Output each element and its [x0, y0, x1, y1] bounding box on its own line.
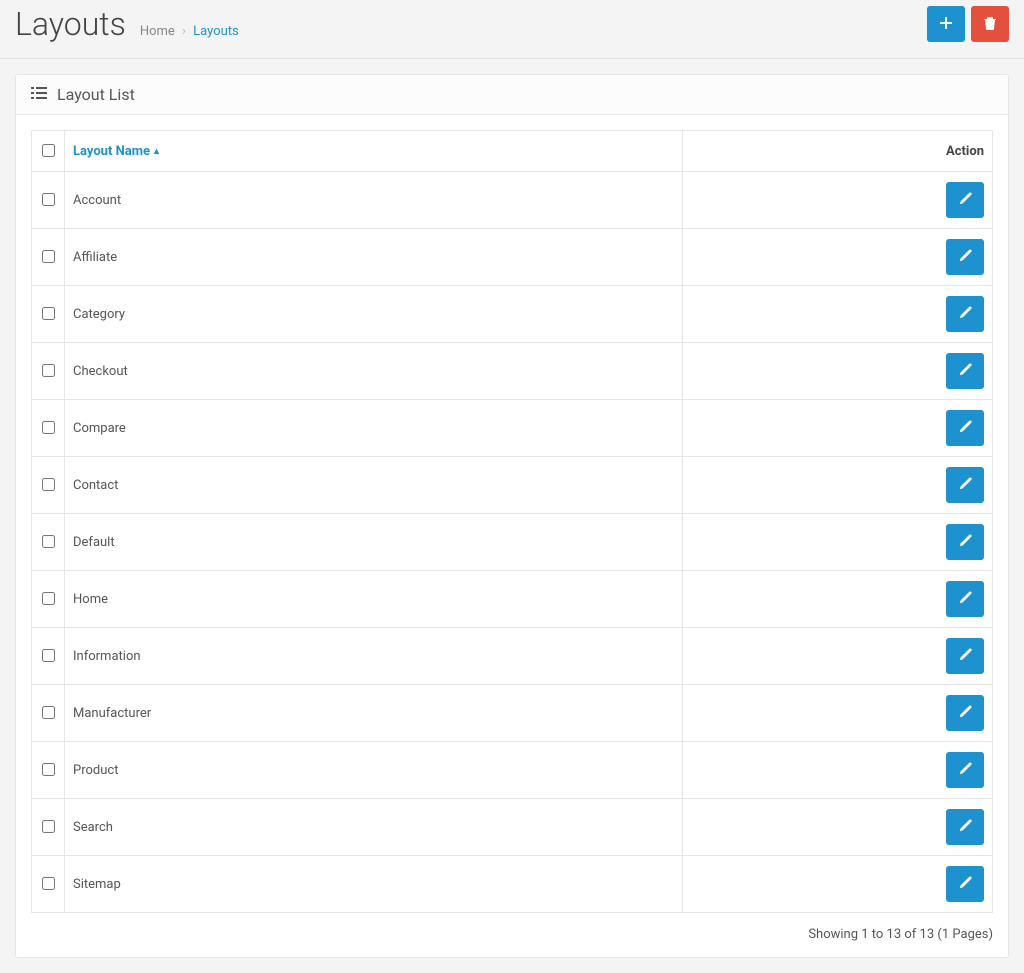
- pencil-icon: [958, 590, 973, 608]
- row-checkbox[interactable]: [42, 763, 55, 776]
- row-checkbox[interactable]: [42, 877, 55, 890]
- pencil-icon: [958, 647, 973, 665]
- pencil-icon: [958, 191, 973, 209]
- row-checkbox[interactable]: [42, 364, 55, 377]
- add-button[interactable]: [927, 6, 965, 42]
- edit-button[interactable]: [946, 467, 984, 503]
- row-checkbox[interactable]: [42, 250, 55, 263]
- plus-icon: [939, 16, 953, 33]
- table-row: Account: [32, 172, 993, 229]
- panel-heading: Layout List: [16, 75, 1008, 115]
- table-row: Product: [32, 742, 993, 799]
- delete-button[interactable]: [971, 6, 1009, 42]
- pencil-icon: [958, 476, 973, 494]
- row-checkbox[interactable]: [42, 478, 55, 491]
- column-header-action: Action: [683, 131, 993, 172]
- table-row: Default: [32, 514, 993, 571]
- breadcrumb-current[interactable]: Layouts: [193, 24, 239, 39]
- pencil-icon: [958, 362, 973, 380]
- table-row: Sitemap: [32, 856, 993, 913]
- table-row: Search: [32, 799, 993, 856]
- row-checkbox[interactable]: [42, 820, 55, 833]
- table-row: Home: [32, 571, 993, 628]
- pagination-info: Showing 1 to 13 of 13 (1 Pages): [31, 927, 993, 942]
- edit-button[interactable]: [946, 809, 984, 845]
- pencil-icon: [958, 533, 973, 551]
- edit-button[interactable]: [946, 866, 984, 902]
- row-checkbox[interactable]: [42, 706, 55, 719]
- page-title: Layouts: [15, 5, 126, 43]
- breadcrumb: Home › Layouts: [140, 24, 239, 39]
- row-checkbox[interactable]: [42, 592, 55, 605]
- layout-name-cell: Home: [65, 571, 683, 628]
- row-checkbox[interactable]: [42, 649, 55, 662]
- row-checkbox[interactable]: [42, 307, 55, 320]
- edit-button[interactable]: [946, 410, 984, 446]
- table-row: Contact: [32, 457, 993, 514]
- select-all-checkbox[interactable]: [42, 144, 55, 157]
- pencil-icon: [958, 761, 973, 779]
- table-row: Manufacturer: [32, 685, 993, 742]
- edit-button[interactable]: [946, 182, 984, 218]
- pencil-icon: [958, 419, 973, 437]
- edit-button[interactable]: [946, 353, 984, 389]
- pencil-icon: [958, 875, 973, 893]
- table-row: Affiliate: [32, 229, 993, 286]
- row-checkbox[interactable]: [42, 193, 55, 206]
- panel-title: Layout List: [57, 85, 135, 104]
- pencil-icon: [958, 305, 973, 323]
- list-icon: [31, 85, 47, 104]
- layout-table: Layout Name ▴ Action AccountAffiliateCat…: [31, 130, 993, 913]
- layout-name-cell: Default: [65, 514, 683, 571]
- caret-up-icon: ▴: [154, 146, 159, 157]
- row-checkbox[interactable]: [42, 421, 55, 434]
- column-header-name: Layout Name: [73, 144, 150, 159]
- edit-button[interactable]: [946, 752, 984, 788]
- layout-name-cell: Compare: [65, 400, 683, 457]
- layout-name-cell: Affiliate: [65, 229, 683, 286]
- table-row: Checkout: [32, 343, 993, 400]
- layout-name-cell: Account: [65, 172, 683, 229]
- layout-name-cell: Search: [65, 799, 683, 856]
- edit-button[interactable]: [946, 524, 984, 560]
- breadcrumb-home[interactable]: Home: [140, 24, 175, 39]
- layout-list-panel: Layout List Layout Name ▴: [15, 74, 1009, 958]
- edit-button[interactable]: [946, 239, 984, 275]
- layout-name-cell: Information: [65, 628, 683, 685]
- edit-button[interactable]: [946, 695, 984, 731]
- pencil-icon: [958, 704, 973, 722]
- layout-name-cell: Product: [65, 742, 683, 799]
- sort-name-header[interactable]: Layout Name ▴: [73, 144, 159, 159]
- layout-name-cell: Sitemap: [65, 856, 683, 913]
- edit-button[interactable]: [946, 581, 984, 617]
- edit-button[interactable]: [946, 296, 984, 332]
- row-checkbox[interactable]: [42, 535, 55, 548]
- edit-button[interactable]: [946, 638, 984, 674]
- trash-icon: [983, 16, 997, 33]
- pencil-icon: [958, 818, 973, 836]
- table-row: Category: [32, 286, 993, 343]
- layout-name-cell: Contact: [65, 457, 683, 514]
- table-row: Information: [32, 628, 993, 685]
- layout-name-cell: Manufacturer: [65, 685, 683, 742]
- layout-name-cell: Checkout: [65, 343, 683, 400]
- chevron-right-icon: ›: [182, 24, 186, 39]
- pencil-icon: [958, 248, 973, 266]
- table-row: Compare: [32, 400, 993, 457]
- layout-name-cell: Category: [65, 286, 683, 343]
